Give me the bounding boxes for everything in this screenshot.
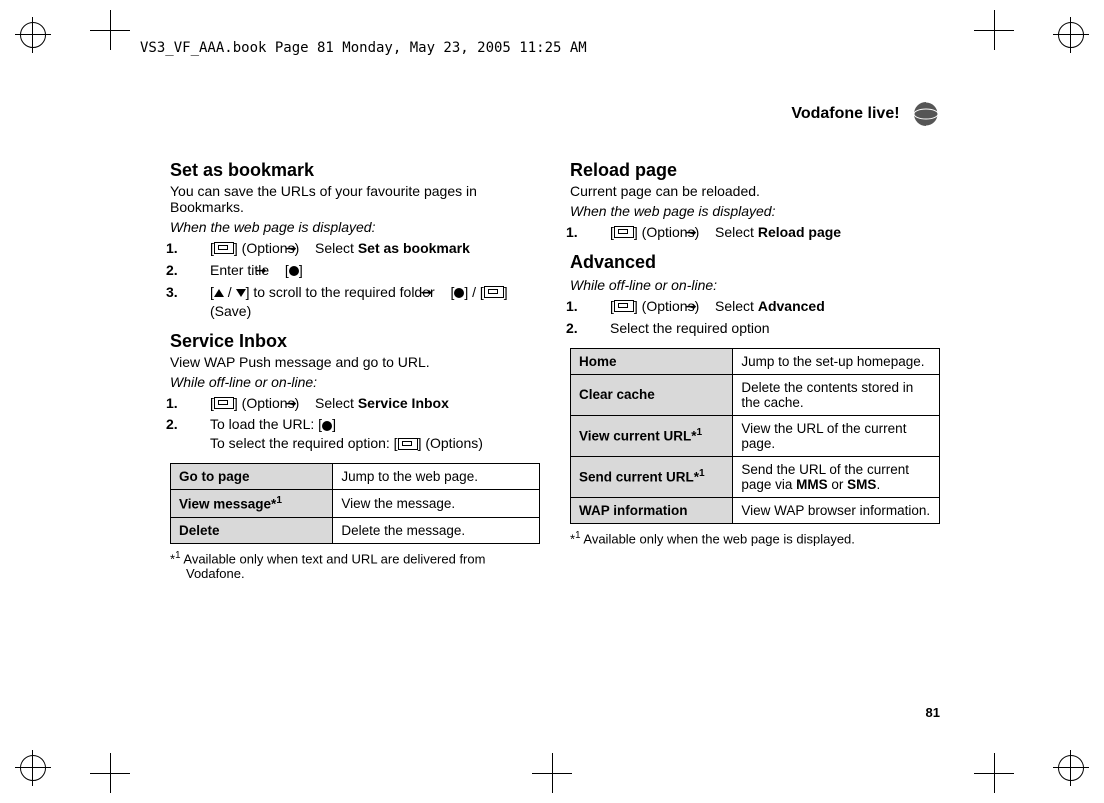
table-cell: Jump to the set-up homepage. [733, 348, 940, 374]
softkey-icon [214, 242, 234, 254]
table-cell: View the message. [333, 490, 540, 518]
service-steps: 1.[] (Options) ➞ Select Service Inbox 2.… [170, 394, 540, 454]
up-icon [214, 289, 224, 297]
softkey-icon [614, 300, 634, 312]
table-cell: View current URL*1 [571, 415, 733, 456]
crop-mark [90, 10, 130, 50]
table-cell: Delete [171, 517, 333, 543]
table-cell: Jump to the web page. [333, 464, 540, 490]
reload-steps: 1.[] (Options) ➞ Select Reload page [570, 223, 940, 242]
reload-desc: Current page can be reloaded. [570, 183, 940, 199]
globe-icon [912, 100, 940, 128]
advanced-options-table: HomeJump to the set-up homepage. Clear c… [570, 348, 940, 524]
crop-mark [974, 10, 1014, 50]
table-cell: View WAP browser information. [733, 497, 940, 523]
table-cell: WAP information [571, 497, 733, 523]
right-column: Reload page Current page can be reloaded… [570, 154, 940, 587]
service-options-table: Go to pageJump to the web page. View mes… [170, 463, 540, 544]
table-cell: Go to page [171, 464, 333, 490]
crop-mark [974, 753, 1014, 793]
reg-mark [20, 22, 46, 48]
center-key-icon [289, 266, 299, 276]
advanced-steps: 1.[] (Options) ➞ Select Advanced 2.Selec… [570, 297, 940, 338]
reload-when: When the web page is displayed: [570, 203, 940, 219]
service-when: While off-line or on-line: [170, 374, 540, 390]
advanced-footnote: *1 Available only when the web page is d… [570, 530, 940, 546]
table-cell: View message*1 [171, 490, 333, 518]
table-cell: Send the URL of the current page via MMS… [733, 456, 940, 497]
reg-mark [20, 755, 46, 781]
softkey-icon [398, 438, 418, 450]
crop-mark [90, 753, 130, 793]
bookmark-steps: 1.[] (Options) ➞ Select Set as bookmark … [170, 239, 540, 321]
advanced-when: While off-line or on-line: [570, 277, 940, 293]
softkey-icon [614, 226, 634, 238]
service-desc: View WAP Push message and go to URL. [170, 354, 540, 370]
softkey-icon [484, 286, 504, 298]
heading-service-inbox: Service Inbox [170, 331, 540, 352]
table-cell: Delete the message. [333, 517, 540, 543]
page-header: Vodafone live! [170, 100, 940, 134]
page-content: Vodafone live! Set as bookmark You can s… [170, 100, 940, 720]
heading-advanced: Advanced [570, 252, 940, 273]
table-cell: Send current URL*1 [571, 456, 733, 497]
page-number: 81 [926, 705, 940, 720]
table-cell: Home [571, 348, 733, 374]
down-icon [236, 289, 246, 297]
service-footnote: *1 Available only when text and URL are … [170, 550, 540, 581]
center-key-icon [454, 288, 464, 298]
center-key-icon [322, 421, 332, 431]
reg-mark [1058, 22, 1084, 48]
table-cell: Delete the contents stored in the cache. [733, 374, 940, 415]
softkey-icon [214, 397, 234, 409]
crop-mark [532, 753, 572, 793]
page-title: Vodafone live! [791, 105, 899, 122]
bookmark-when: When the web page is displayed: [170, 219, 540, 235]
heading-reload-page: Reload page [570, 160, 940, 181]
table-cell: Clear cache [571, 374, 733, 415]
reg-mark [1058, 755, 1084, 781]
file-header: VS3_VF_AAA.book Page 81 Monday, May 23, … [140, 40, 587, 56]
heading-set-as-bookmark: Set as bookmark [170, 160, 540, 181]
left-column: Set as bookmark You can save the URLs of… [170, 154, 540, 587]
table-cell: View the URL of the current page. [733, 415, 940, 456]
bookmark-desc: You can save the URLs of your favourite … [170, 183, 540, 215]
